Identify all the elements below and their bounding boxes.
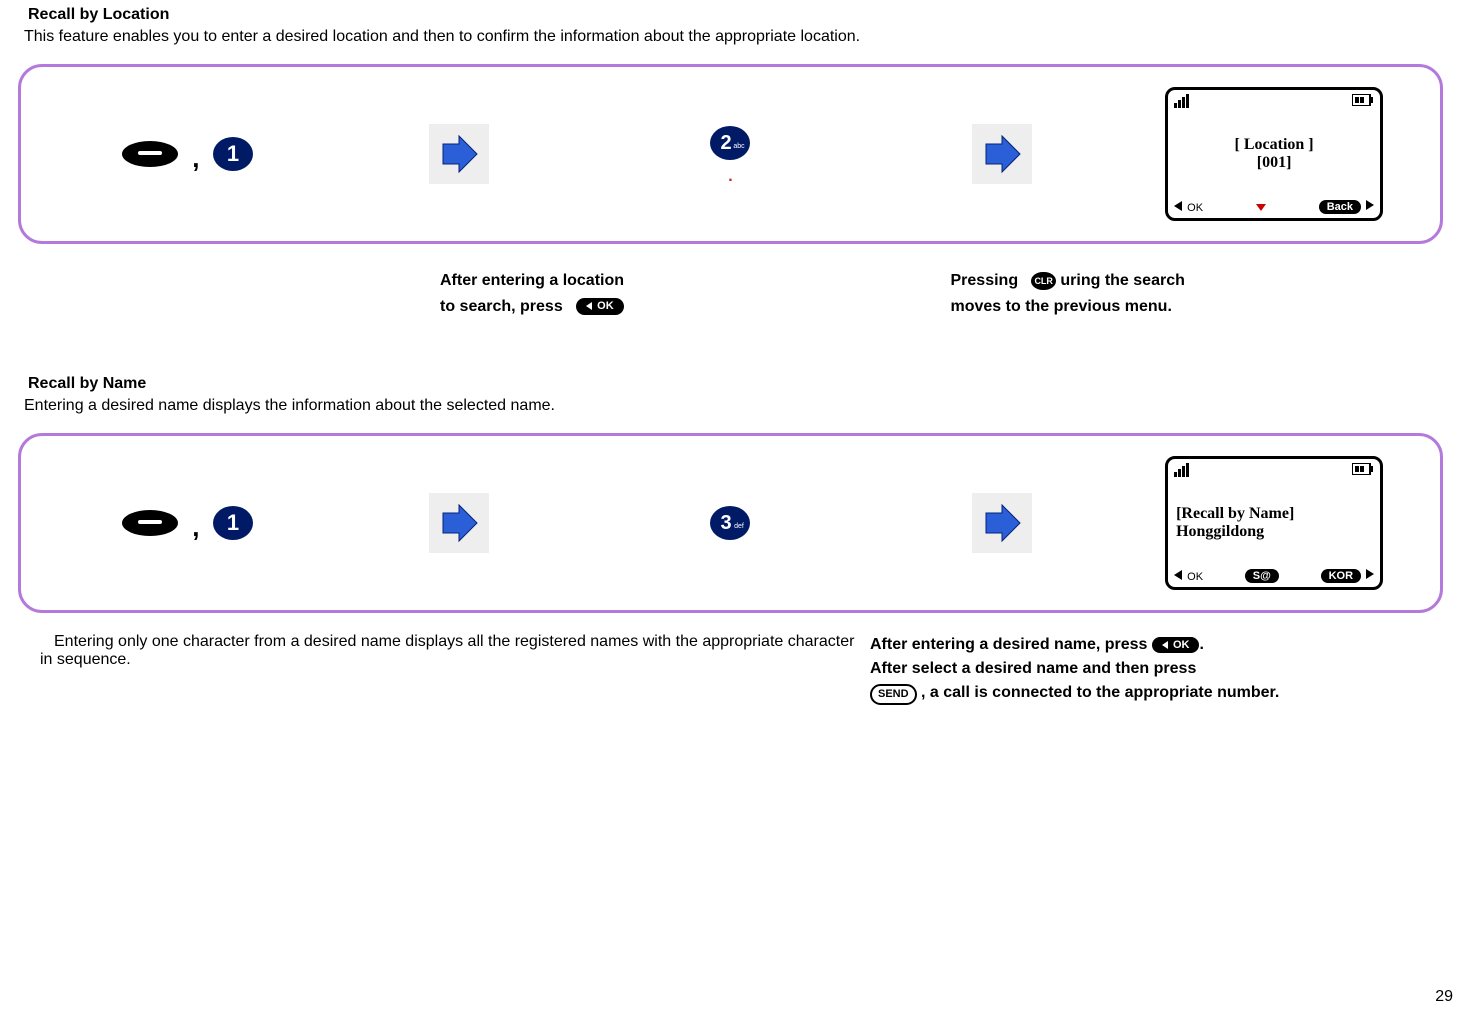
section1-title: Recall by Location [28, 6, 1461, 24]
comma: , [192, 143, 199, 174]
key-2-icon: 2 abc [709, 122, 751, 164]
left-softkey-icon [1174, 570, 1184, 580]
right-softkey-icon [1364, 569, 1374, 579]
phone-screen-location: [ Location ] [001] OK Back [1138, 87, 1410, 221]
ok-pill-icon: OK [1152, 637, 1200, 654]
menu-key-icon [120, 509, 180, 537]
note-left-a: After entering a location [440, 272, 624, 289]
softkey-back: Back [1319, 200, 1374, 214]
ok-label: OK [1187, 202, 1203, 214]
phone-screen-name: [Recall by Name] Honggildong OK S@ KOR [1138, 456, 1410, 590]
section1-desc: This feature enables you to enter a desi… [24, 28, 1461, 46]
tip-right-a: After entering a desired name, press [870, 636, 1147, 653]
comma: , [192, 512, 199, 543]
down-arrow-icon [1256, 202, 1266, 212]
key-1-icon: 1 [212, 502, 254, 544]
left-softkey-icon [1174, 201, 1184, 211]
softkey-kor: KOR [1321, 569, 1375, 583]
tip-right-c: , a call is connected to the appropriate… [921, 684, 1279, 701]
tip-right: After entering a desired name, press OK.… [870, 633, 1461, 705]
arrow-2 [866, 124, 1138, 184]
note-right-c: moves to the previous menu. [951, 298, 1172, 315]
arrow-right-icon [982, 134, 1022, 174]
arrow-4 [866, 493, 1138, 553]
key-1-icon: 1 [212, 133, 254, 175]
section2-desc: Entering a desired name displays the inf… [24, 397, 1461, 415]
step2-key: 2 abc . [595, 122, 867, 186]
note-right: Pressing CLR uring the search moves to t… [951, 268, 1461, 319]
recall-by-location-panel: , 1 2 abc . [18, 64, 1443, 244]
battery-icon [1352, 463, 1374, 475]
tip-right-b: After select a desired name and then pre… [870, 660, 1196, 677]
mid-pill: S@ [1245, 569, 1279, 583]
arrow-right-icon [439, 503, 479, 543]
signal-icon [1174, 463, 1194, 477]
step2-key-b: 3 def [595, 502, 867, 544]
red-dot: . [728, 168, 732, 186]
screen-value: [001] [1174, 154, 1374, 172]
clr-icon: CLR [1031, 272, 1056, 290]
svg-text:2: 2 [721, 132, 732, 154]
svg-text:def: def [735, 523, 745, 530]
right-softkey-icon [1364, 200, 1374, 210]
svg-text:3: 3 [721, 512, 732, 534]
note-right-a: Pressing [951, 272, 1019, 289]
svg-text:abc: abc [734, 143, 746, 150]
back-label: Back [1319, 200, 1361, 214]
arrow-right-icon [439, 134, 479, 174]
recall-by-name-panel: , 1 3 def [18, 433, 1443, 613]
svg-text:1: 1 [226, 510, 238, 535]
arrow-3 [323, 493, 595, 553]
tip-left: Entering only one character from a desir… [0, 633, 870, 669]
ok-pill-icon: OK [576, 298, 624, 316]
step1-keys-b: , 1 [51, 502, 323, 544]
key-3-icon: 3 def [709, 502, 751, 544]
svg-text:1: 1 [226, 141, 238, 166]
screen-value: Honggildong [1174, 523, 1374, 541]
step1-keys: , 1 [51, 133, 323, 175]
battery-icon [1352, 94, 1374, 106]
softkey-ok: OK [1174, 201, 1203, 214]
screen-title: [ Location ] [1174, 136, 1374, 154]
arrow-1 [323, 124, 595, 184]
section2-title: Recall by Name [28, 375, 1461, 393]
menu-key-icon [120, 140, 180, 168]
note-right-b: uring the search [1060, 272, 1184, 289]
send-icon: SEND [870, 684, 917, 705]
note-left-b: to search, press [440, 298, 563, 315]
signal-icon [1174, 94, 1194, 108]
softkey-ok: OK [1174, 570, 1203, 583]
page-number: 29 [1435, 988, 1453, 1006]
screen-title: [Recall by Name] [1174, 505, 1374, 523]
section1-notes: After entering a location to search, pre… [0, 268, 1461, 319]
section2-tips: Entering only one character from a desir… [0, 633, 1461, 705]
ok-label: OK [1187, 571, 1203, 583]
arrow-right-icon [982, 503, 1022, 543]
note-left: After entering a location to search, pre… [0, 268, 951, 319]
kor-label: KOR [1321, 569, 1361, 583]
